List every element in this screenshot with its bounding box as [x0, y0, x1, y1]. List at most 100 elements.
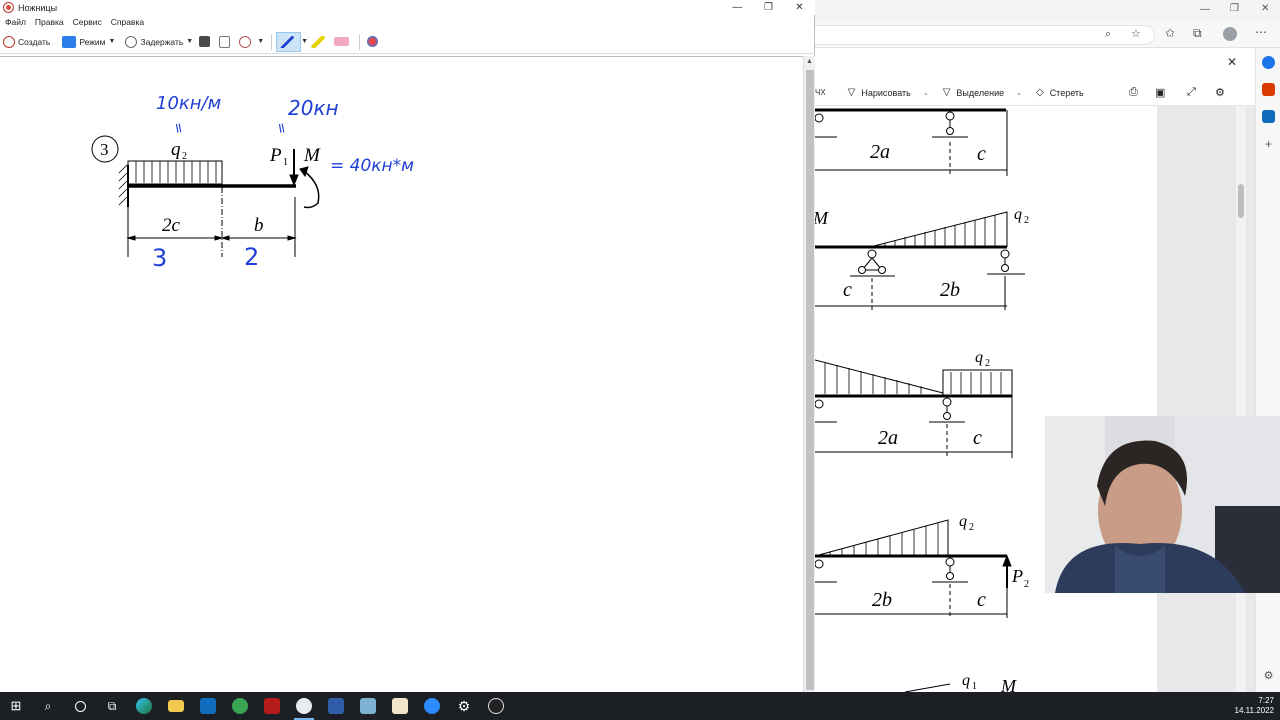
settings-icon[interactable]: ⚙	[1215, 86, 1225, 99]
zoom-icon[interactable]: ⌕	[1105, 28, 1111, 41]
taskbar-tool-app[interactable]	[352, 692, 384, 720]
doc-app-icon	[392, 698, 408, 714]
maximize-button[interactable]: ❐	[753, 0, 784, 15]
snip-toolbar: Создать Режим ▼ Задержать ▼ ▼ ▼	[0, 30, 815, 54]
menu-tools[interactable]: Сервис	[73, 17, 102, 27]
sidebar-settings-icon[interactable]: ⚙	[1262, 670, 1275, 683]
close-icon[interactable]: ✕	[1261, 3, 1269, 14]
pdf-top-bar: ✕	[815, 48, 1255, 76]
pen-icon	[280, 35, 295, 48]
chevron-down-icon[interactable]: ▼	[186, 38, 193, 45]
draw-label: Нарисовать	[861, 87, 911, 98]
snipping-tool-window: Ножницы — ❐ ✕ Файл Правка Сервис Справка…	[0, 0, 815, 692]
pdf-beam-diagrams: 2a c M q 2 c 2b q 2 2a c q 2 P 2 2b c	[812, 108, 1029, 696]
save-icon[interactable]: ▣	[1155, 86, 1165, 99]
erase-tool[interactable]: ◇ Стереть	[1036, 87, 1084, 98]
taskbar-doc-app[interactable]	[384, 692, 416, 720]
favorites-icon[interactable]: ✩	[1165, 26, 1175, 40]
taskbar-r-app[interactable]	[320, 692, 352, 720]
mode-icon	[62, 35, 77, 48]
menu-file[interactable]: Файл	[5, 17, 26, 27]
system-clock[interactable]: 7:27 14.11.2022	[1235, 692, 1274, 720]
task-view-icon: ⧉	[107, 698, 117, 713]
taskbar-explorer[interactable]	[160, 692, 192, 720]
office-icon[interactable]	[1262, 83, 1275, 96]
r-app-icon	[328, 698, 344, 714]
mode-label: Режим	[79, 36, 106, 47]
d2-span-b: 2b	[940, 279, 960, 301]
taskbar-zoom[interactable]	[416, 692, 448, 720]
browser-titlebar: — ❐ ✕	[815, 0, 1280, 22]
d4-q: q	[959, 513, 967, 530]
taskbar-settings[interactable]: ⚙	[448, 692, 480, 720]
task-view-button[interactable]: ⧉	[96, 692, 128, 720]
snip-scroll-thumb[interactable]	[806, 70, 814, 690]
close-button[interactable]: ✕	[784, 0, 815, 15]
taskbar-obs[interactable]	[480, 692, 512, 720]
d4-span-c: c	[977, 589, 986, 611]
pdf-page: 2a c M q 2 c 2b q 2 2a c q 2 P 2 2b c	[812, 106, 1157, 696]
gear-icon: ⚙	[457, 697, 471, 714]
profile-avatar[interactable]	[1223, 27, 1237, 41]
chevron-down-icon[interactable]: ⌄	[923, 89, 929, 97]
highlight-tool[interactable]: ▽ Выделение ⌄	[943, 87, 1022, 98]
outlook-icon[interactable]	[1262, 110, 1275, 123]
tool-app-icon	[360, 698, 376, 714]
taskbar-snipping-tool[interactable]	[288, 692, 320, 720]
new-snip-button[interactable]: Создать	[0, 32, 53, 52]
favorite-add-icon[interactable]: ☆	[1131, 27, 1141, 40]
more-icon[interactable]: ⋯	[1255, 25, 1267, 39]
highlighter-button[interactable]	[308, 32, 331, 52]
collections-icon[interactable]: ⧉	[1193, 26, 1202, 41]
restore-icon[interactable]: ❐	[1230, 3, 1239, 14]
snip-scrollbar[interactable]: ▲	[803, 56, 815, 692]
chevron-down-icon[interactable]: ▼	[301, 38, 308, 45]
menu-help[interactable]: Справка	[111, 17, 144, 27]
paint3d-button[interactable]	[364, 32, 384, 52]
add-icon[interactable]: +	[1262, 138, 1275, 151]
taskbar-s-app[interactable]	[224, 692, 256, 720]
problem-number: 3	[100, 140, 109, 159]
cortana-button[interactable]	[64, 692, 96, 720]
pdf-scroll-thumb[interactable]	[1238, 184, 1244, 218]
obs-icon	[488, 698, 504, 714]
pdf-toolbar: ЧХ ▽ Нарисовать ⌄ ▽ Выделение ⌄ ◇ Стерет…	[815, 80, 1255, 106]
force-label: P	[269, 145, 282, 166]
minimize-button[interactable]: —	[722, 0, 753, 15]
load-q-label: q	[171, 139, 181, 160]
search-icon[interactable]	[1262, 56, 1275, 69]
draw-tool[interactable]: ▽ Нарисовать ⌄	[848, 87, 929, 98]
delay-button[interactable]: Задержать ▼	[122, 32, 196, 52]
clock-date: 14.11.2022	[1234, 706, 1274, 715]
print-icon[interactable]: ⎙	[1129, 86, 1138, 99]
edge-icon	[136, 698, 152, 714]
chevron-down-icon[interactable]: ▼	[109, 38, 116, 45]
eraser-icon: ◇	[1035, 87, 1044, 98]
eraser-button[interactable]	[331, 32, 355, 52]
mode-button[interactable]: Режим ▼	[59, 32, 118, 52]
copy-button[interactable]	[216, 32, 236, 52]
chevron-down-icon[interactable]: ⌄	[1016, 89, 1022, 97]
save-button[interactable]	[196, 32, 216, 52]
expand-icon[interactable]: ⤢	[1187, 86, 1196, 99]
address-input[interactable]: ⌕ ☆	[815, 25, 1155, 45]
search-button[interactable]: ⌕	[32, 692, 64, 720]
send-button[interactable]: ▼	[236, 32, 267, 52]
minimize-icon[interactable]: —	[1200, 4, 1210, 15]
chevron-down-icon[interactable]: ▼	[257, 38, 264, 45]
start-button[interactable]: ⊞	[0, 692, 32, 720]
pdf-scrollbar[interactable]	[1236, 106, 1246, 692]
delay-label: Задержать	[140, 36, 184, 47]
taskbar-outlook[interactable]	[192, 692, 224, 720]
scroll-up-icon[interactable]: ▲	[806, 58, 813, 65]
snip-canvas[interactable]: 3 q 2 P 1 M 2c b 10кн/м 20кн = = = 40кн*…	[0, 56, 803, 692]
close-panel-icon[interactable]: ✕	[1227, 55, 1237, 69]
taskbar-pdf[interactable]	[256, 692, 288, 720]
send-icon	[239, 35, 252, 48]
s-app-icon	[232, 698, 248, 714]
pen-button[interactable]	[276, 31, 302, 52]
taskbar-edge[interactable]	[128, 692, 160, 720]
d1-span-a: 2a	[870, 141, 890, 163]
d3-span-c: c	[973, 427, 982, 449]
menu-edit[interactable]: Правка	[35, 17, 64, 27]
